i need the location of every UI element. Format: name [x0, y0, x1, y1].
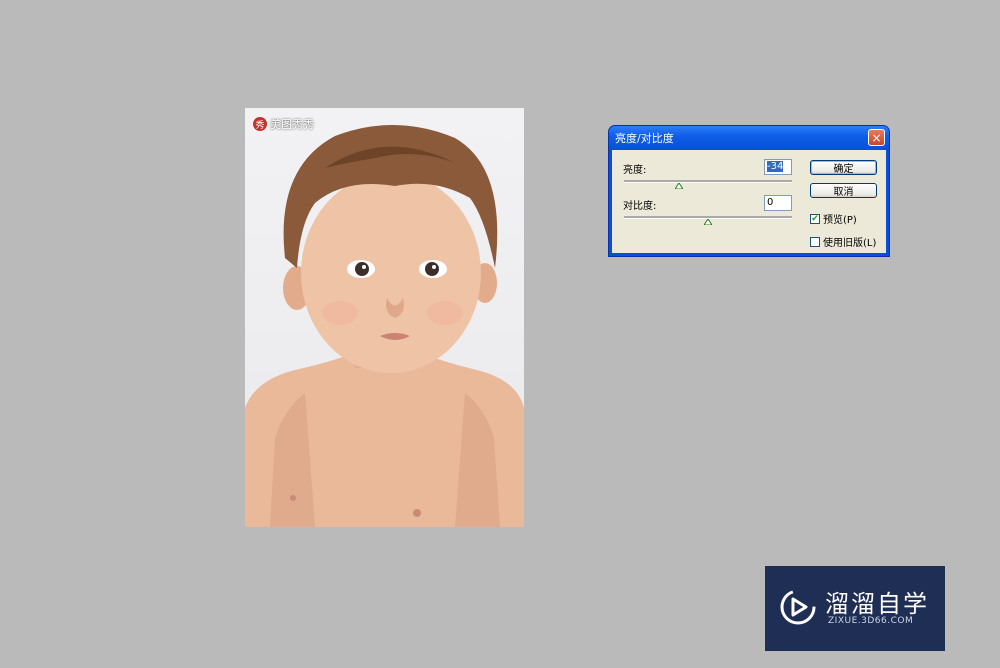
- preview-checkbox[interactable]: ✔: [810, 213, 820, 224]
- dialog-body: 亮度: -34 对比度: 0 确定 取消 ✔ 预览(P) 使用旧版(L): [612, 150, 886, 253]
- close-icon: ×: [871, 130, 882, 145]
- brightness-slider-track[interactable]: [624, 180, 792, 183]
- preview-label: 预览(P): [823, 215, 857, 226]
- cancel-button-label: 取消: [833, 187, 854, 198]
- brightness-contrast-dialog: 亮度/对比度 × 亮度: -34 对比度: 0 确定 取消 ✔ 预览(P) 使用…: [609, 126, 889, 256]
- ok-button[interactable]: 确定: [810, 160, 877, 175]
- dialog-title: 亮度/对比度: [615, 132, 674, 145]
- brand-url: ZIXUE.3D66.COM: [828, 616, 914, 626]
- meitu-logo-icon: 秀: [253, 117, 267, 131]
- preview-checkbox-row[interactable]: ✔ 预览(P): [810, 211, 857, 226]
- ok-button-label: 确定: [833, 164, 854, 175]
- contrast-label: 对比度:: [623, 201, 657, 212]
- contrast-value: 0: [767, 197, 774, 208]
- dialog-titlebar[interactable]: 亮度/对比度 ×: [609, 126, 889, 150]
- contrast-slider-thumb[interactable]: [704, 219, 712, 225]
- play-logo-icon: [780, 589, 816, 625]
- cancel-button[interactable]: 取消: [810, 183, 877, 198]
- watermark: 秀 美图秀秀: [253, 116, 314, 132]
- legacy-checkbox-row[interactable]: 使用旧版(L): [810, 234, 876, 249]
- close-button[interactable]: ×: [868, 129, 885, 146]
- brightness-slider-thumb[interactable]: [675, 183, 684, 189]
- brightness-label: 亮度:: [623, 165, 647, 176]
- legacy-checkbox[interactable]: [810, 236, 820, 247]
- legacy-label: 使用旧版(L): [823, 238, 877, 249]
- checkmark-icon: ✔: [811, 213, 819, 224]
- brightness-value: -34: [767, 161, 784, 172]
- brightness-input[interactable]: -34: [764, 159, 792, 175]
- watermark-text: 美图秀秀: [270, 118, 314, 131]
- brand-badge: 溜溜自学 ZIXUE.3D66.COM: [765, 566, 945, 651]
- brand-name: 溜溜自学: [825, 590, 929, 618]
- baby-photo-image: [245, 124, 524, 527]
- photo-canvas: 秀 美图秀秀: [245, 108, 524, 527]
- contrast-input[interactable]: 0: [764, 195, 792, 211]
